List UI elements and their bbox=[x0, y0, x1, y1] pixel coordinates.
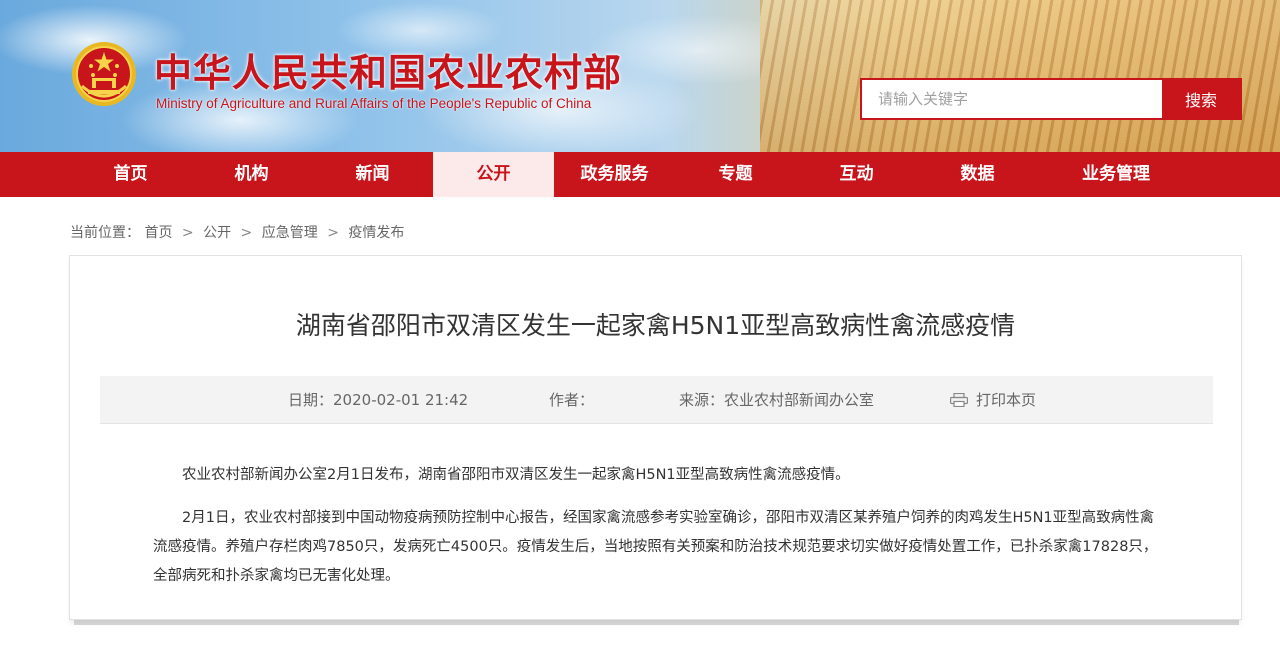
breadcrumb-separator: > bbox=[327, 225, 339, 241]
article-paragraph: 农业农村部新闻办公室2月1日发布，湖南省邵阳市双清区发生一起家禽H5N1亚型高致… bbox=[182, 467, 850, 483]
search-box: 搜索 bbox=[860, 78, 1242, 120]
article-card: 湖南省邵阳市双清区发生一起家禽H5N1亚型高致病性禽流感疫情 日期：2020-0… bbox=[69, 255, 1242, 620]
breadcrumb-prefix: 当前位置： bbox=[70, 225, 140, 241]
search-input[interactable] bbox=[862, 80, 1162, 118]
source-label: 来源： bbox=[679, 391, 725, 409]
nav-item-public[interactable]: 公开 bbox=[433, 152, 554, 197]
nav-item-interaction[interactable]: 互动 bbox=[796, 152, 917, 197]
breadcrumb-item-epidemic[interactable]: 疫情发布 bbox=[348, 225, 404, 241]
header-banner: 中华人民共和国农业农村部 Ministry of Agriculture and… bbox=[0, 0, 1280, 152]
article-title: 湖南省邵阳市双清区发生一起家禽H5N1亚型高致病性禽流感疫情 bbox=[295, 311, 1016, 340]
breadcrumb-item-public[interactable]: 公开 bbox=[203, 225, 231, 241]
search-button[interactable]: 搜索 bbox=[1162, 80, 1240, 118]
nav-item-news[interactable]: 新闻 bbox=[312, 152, 433, 197]
national-emblem-icon bbox=[72, 42, 136, 106]
nav-item-business-management[interactable]: 业务管理 bbox=[1038, 152, 1194, 197]
nav-item-topics[interactable]: 专题 bbox=[675, 152, 796, 197]
date-value: 2020-02-01 21:42 bbox=[333, 391, 469, 409]
source-value: 农业农村部新闻办公室 bbox=[724, 391, 875, 409]
printer-icon bbox=[950, 393, 968, 407]
breadcrumb-separator: > bbox=[181, 225, 194, 241]
wheat-background bbox=[760, 0, 1280, 152]
nav-item-government-services[interactable]: 政务服务 bbox=[554, 152, 675, 197]
site-subtitle: Ministry of Agriculture and Rural Affair… bbox=[156, 96, 592, 111]
article-paragraph: 2月1日，农业农村部接到中国动物疫病预防控制中心报告，经国家禽流感参考实验室确诊… bbox=[153, 510, 1158, 584]
breadcrumb-item-emergency[interactable]: 应急管理 bbox=[262, 225, 318, 241]
date-label: 日期： bbox=[288, 391, 334, 409]
article-author: 作者： bbox=[549, 376, 594, 424]
print-page-button[interactable]: 打印本页 bbox=[950, 376, 1036, 424]
article-meta-bar: 日期：2020-02-01 21:42 作者： 来源：农业农村部新闻办公室 打印… bbox=[100, 376, 1213, 424]
breadcrumb-item-home[interactable]: 首页 bbox=[144, 225, 172, 241]
nav-item-organization[interactable]: 机构 bbox=[191, 152, 312, 197]
breadcrumb-separator: > bbox=[240, 225, 253, 241]
article-date: 日期：2020-02-01 21:42 bbox=[288, 376, 468, 424]
print-label: 打印本页 bbox=[976, 391, 1037, 409]
site-title: 中华人民共和国农业农村部 bbox=[154, 50, 623, 95]
article-source: 来源：农业农村部新闻办公室 bbox=[679, 376, 874, 424]
nav-item-data[interactable]: 数据 bbox=[917, 152, 1038, 197]
main-nav: 首页 机构 新闻 公开 政务服务 专题 互动 数据 业务管理 bbox=[0, 152, 1280, 197]
article-body: 农业农村部新闻办公室2月1日发布，湖南省邵阳市双清区发生一起家禽H5N1亚型高致… bbox=[153, 461, 1163, 605]
author-label: 作者： bbox=[549, 391, 595, 409]
nav-item-home[interactable]: 首页 bbox=[70, 152, 191, 197]
breadcrumb: 当前位置： 首页 > 公开 > 应急管理 > 疫情发布 bbox=[70, 222, 404, 242]
